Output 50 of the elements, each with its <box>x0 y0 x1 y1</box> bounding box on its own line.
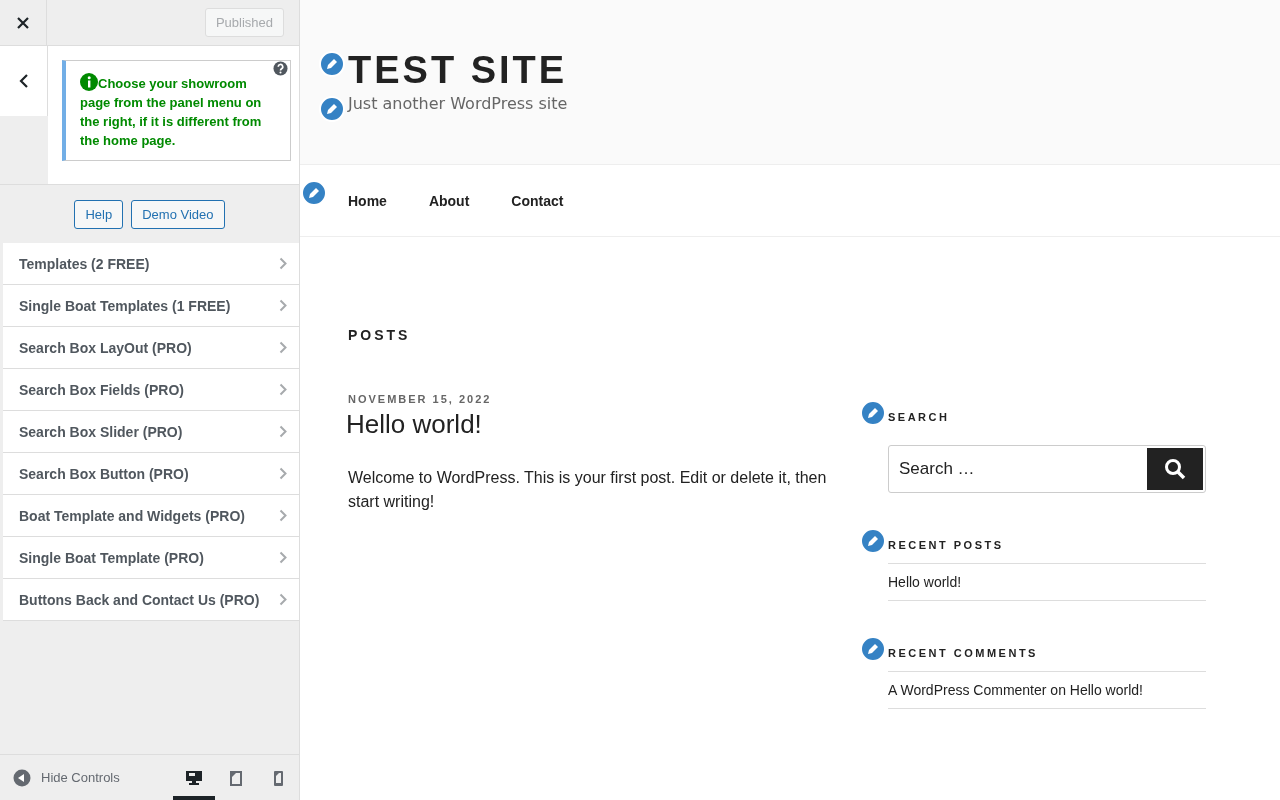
nav-link[interactable]: About <box>428 192 489 209</box>
chevron-right-icon <box>279 551 287 564</box>
chevron-right-icon <box>279 257 287 270</box>
link-button[interactable]: Help <box>74 200 124 229</box>
post-excerpt: Welcome to WordPress. This is your first post. Edit or delete it, then start writing! <box>348 468 828 512</box>
panel-section-item[interactable]: Single Boat Template (PRO) <box>3 537 299 579</box>
edit-pencil-icon[interactable] <box>860 636 886 662</box>
post-title[interactable]: Hello world! <box>346 409 844 440</box>
nav-link[interactable]: Contact <box>511 192 583 209</box>
site-title[interactable]: TEST SITE <box>348 48 568 92</box>
panel-section-item[interactable]: Single Boat Templates (1 FREE) <box>3 285 299 327</box>
info-icon <box>80 73 98 91</box>
chevron-right-icon <box>279 593 287 606</box>
widget-heading: RECENT POSTS <box>888 539 1005 551</box>
link-button[interactable]: Demo Video <box>131 200 225 229</box>
chevron-right-icon <box>279 467 287 480</box>
edit-pencil-icon[interactable] <box>301 180 327 206</box>
chevron-right-icon <box>279 425 287 438</box>
panel-section-item[interactable]: Search Box Slider (PRO) <box>3 411 299 453</box>
widget-heading: SEARCH <box>888 411 951 423</box>
site-tagline: Just another WordPress site <box>348 94 568 113</box>
chevron-right-icon <box>279 299 287 312</box>
comment-post-link[interactable]: Hello world! <box>1069 682 1143 698</box>
comment-author-link[interactable]: A WordPress Commenter <box>888 682 1047 698</box>
section-heading: POSTS <box>348 327 412 343</box>
notice-text: Choose your showroom page from the panel menu on the right, if it is different from the home page. <box>80 73 274 150</box>
edit-pencil-icon[interactable] <box>319 51 345 77</box>
search-button[interactable] <box>1147 448 1203 490</box>
help-icon[interactable] <box>273 61 288 76</box>
panel-section-item[interactable]: Search Box Button (PRO) <box>3 453 299 495</box>
panel-section-item[interactable]: Buttons Back and Contact Us (PRO) <box>3 579 299 621</box>
panel-section-item[interactable]: Templates (2 FREE) <box>3 243 299 285</box>
edit-pencil-icon[interactable] <box>319 96 345 122</box>
panel-section-item[interactable]: Search Box LayOut (PRO) <box>3 327 299 369</box>
edit-pencil-icon[interactable] <box>860 528 886 554</box>
nav-link[interactable]: Home <box>348 192 406 209</box>
edit-pencil-icon[interactable] <box>860 400 886 426</box>
panel-section-item[interactable]: Boat Template and Widgets (PRO) <box>3 495 299 537</box>
close-icon <box>16 15 30 30</box>
hide-controls-button[interactable]: Hide Controls <box>0 768 120 787</box>
chevron-right-icon <box>279 509 287 522</box>
chevron-right-icon <box>279 341 287 354</box>
search-icon <box>1164 458 1186 480</box>
chevron-right-icon <box>279 383 287 396</box>
panel-section-item[interactable]: Search Box Fields (PRO) <box>3 369 299 411</box>
widget-heading: RECENT COMMENTS <box>888 647 1039 659</box>
recent-post-link[interactable]: Hello world! <box>888 574 962 590</box>
comment-text: on <box>1050 682 1066 698</box>
chevron-left-icon <box>18 73 29 89</box>
post-date[interactable]: NOVEMBER 15, 2022 <box>348 393 844 405</box>
